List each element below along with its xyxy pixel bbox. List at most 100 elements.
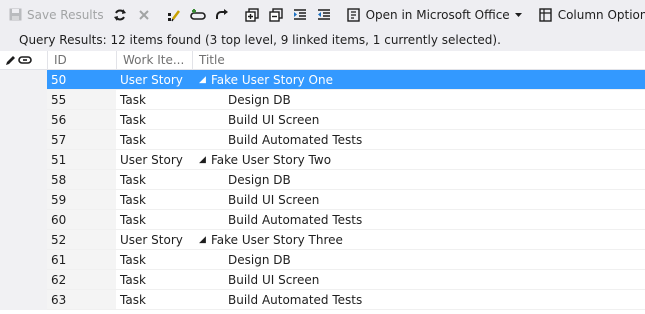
grid-header: ID Work Ite... Title bbox=[0, 51, 645, 70]
row-gutter[interactable] bbox=[0, 110, 47, 130]
row-gutter[interactable] bbox=[0, 170, 47, 190]
outdent-icon bbox=[316, 7, 332, 23]
row-gutter[interactable] bbox=[0, 130, 47, 150]
title-text: Build Automated Tests bbox=[228, 213, 363, 227]
cell-id: 61 bbox=[47, 250, 116, 270]
outdent-button[interactable] bbox=[312, 4, 336, 26]
expanded-triangle-icon[interactable]: ◢ bbox=[199, 230, 206, 250]
gutter-header bbox=[0, 51, 47, 69]
cell-work-item-type: Task bbox=[120, 113, 146, 127]
cell-work-item-type: Task bbox=[120, 293, 146, 307]
table-row[interactable]: 51 User Story ◢ Fake User Story Two bbox=[0, 150, 645, 170]
title-text: Build UI Screen bbox=[228, 193, 320, 207]
row-gutter[interactable] bbox=[0, 250, 47, 270]
cell-id: 56 bbox=[47, 110, 116, 130]
row-gutter[interactable] bbox=[0, 190, 47, 210]
chevron-down-icon bbox=[514, 7, 524, 23]
row-gutter[interactable] bbox=[0, 270, 47, 290]
table-row[interactable]: 55 Task Design DB bbox=[0, 90, 645, 110]
refresh-icon bbox=[112, 7, 128, 23]
results-grid: ID Work Ite... Title 50 User Story ◢ Fake U… bbox=[0, 51, 645, 314]
cell-work-item-type: Task bbox=[120, 273, 146, 287]
cell-title: Design DB bbox=[192, 250, 645, 270]
column-header-title[interactable]: Title bbox=[192, 51, 645, 69]
stop-button[interactable] bbox=[132, 4, 156, 26]
office-icon bbox=[346, 7, 362, 23]
row-gutter[interactable] bbox=[0, 230, 47, 250]
collapse-all-button[interactable] bbox=[264, 4, 288, 26]
title-text: Design DB bbox=[228, 173, 291, 187]
column-header-work-item-type[interactable]: Work Ite... bbox=[116, 51, 192, 69]
table-row[interactable]: 59 Task Build UI Screen bbox=[0, 190, 645, 210]
title-text: Design DB bbox=[228, 253, 291, 267]
cell-work-item-type: User Story bbox=[120, 233, 183, 247]
collapse-all-icon bbox=[268, 7, 284, 23]
row-gutter[interactable] bbox=[0, 290, 47, 310]
cell-id: 59 bbox=[47, 190, 116, 210]
chain-link-icon bbox=[17, 52, 33, 68]
title-text: Build UI Screen bbox=[228, 113, 320, 127]
expanded-triangle-icon[interactable]: ◢ bbox=[199, 70, 206, 90]
cell-title: Build UI Screen bbox=[192, 110, 645, 130]
row-gutter[interactable] bbox=[0, 70, 47, 90]
edit-query-button[interactable] bbox=[162, 4, 186, 26]
link-to-existing-button[interactable] bbox=[210, 4, 234, 26]
cell-id: 52 bbox=[47, 230, 116, 250]
cell-title: Build Automated Tests bbox=[192, 290, 645, 310]
save-results-label: Save Results bbox=[27, 7, 104, 22]
cell-id: 62 bbox=[47, 270, 116, 290]
cell-work-item-type: Task bbox=[120, 173, 146, 187]
cell-work-item-type: User Story bbox=[120, 153, 183, 167]
table-row[interactable]: 56 Task Build UI Screen bbox=[0, 110, 645, 130]
cell-work-item-type: Task bbox=[120, 193, 146, 207]
cell-title: Design DB bbox=[192, 170, 645, 190]
row-divider bbox=[47, 309, 645, 310]
expand-all-icon bbox=[244, 7, 260, 23]
cell-id: 55 bbox=[47, 90, 116, 110]
cell-id: 50 bbox=[47, 70, 116, 90]
column-header-id[interactable]: ID bbox=[47, 51, 116, 69]
table-row[interactable]: 50 User Story ◢ Fake User Story One bbox=[0, 70, 645, 90]
cell-id: 51 bbox=[47, 150, 116, 170]
title-text: Build Automated Tests bbox=[228, 133, 363, 147]
table-row[interactable]: 57 Task Build Automated Tests bbox=[0, 130, 645, 150]
title-text: Build UI Screen bbox=[228, 273, 320, 287]
cell-title: Build Automated Tests bbox=[192, 130, 645, 150]
toolbar: Save Results Open in Microsoft Office Co… bbox=[0, 0, 645, 29]
table-row[interactable]: 60 Task Build Automated Tests bbox=[0, 210, 645, 230]
query-results-status: Query Results: 12 items found (3 top lev… bbox=[0, 29, 645, 51]
title-text: Build Automated Tests bbox=[228, 293, 363, 307]
new-linked-item-icon bbox=[189, 7, 206, 23]
cell-id: 60 bbox=[47, 210, 116, 230]
indent-icon bbox=[292, 7, 308, 23]
link-icon bbox=[214, 7, 230, 23]
row-gutter[interactable] bbox=[0, 210, 47, 230]
cell-work-item-type: Task bbox=[120, 253, 146, 267]
expand-all-button[interactable] bbox=[240, 4, 264, 26]
row-gutter[interactable] bbox=[0, 150, 47, 170]
cell-id: 57 bbox=[47, 130, 116, 150]
cell-work-item-type: Task bbox=[120, 213, 146, 227]
cell-title: Build UI Screen bbox=[192, 270, 645, 290]
table-row[interactable]: 62 Task Build UI Screen bbox=[0, 270, 645, 290]
stop-icon bbox=[136, 7, 152, 23]
save-results-button[interactable]: Save Results bbox=[3, 4, 108, 26]
cell-work-item-type: User Story bbox=[116, 70, 192, 90]
open-in-office-button[interactable]: Open in Microsoft Office bbox=[342, 4, 528, 26]
row-gutter[interactable] bbox=[0, 90, 47, 110]
column-options-label: Column Options bbox=[557, 7, 645, 22]
new-linked-item-button[interactable] bbox=[186, 4, 210, 26]
table-row[interactable]: 52 User Story ◢ Fake User Story Three bbox=[0, 230, 645, 250]
cell-title: ◢ Fake User Story Three bbox=[192, 230, 645, 250]
indent-button[interactable] bbox=[288, 4, 312, 26]
expanded-triangle-icon[interactable]: ◢ bbox=[199, 150, 206, 170]
cell-id: 63 bbox=[47, 290, 116, 310]
table-row[interactable]: 63 Task Build Automated Tests bbox=[0, 290, 645, 310]
column-options-button[interactable]: Column Options bbox=[534, 4, 645, 26]
table-row[interactable]: 61 Task Design DB bbox=[0, 250, 645, 270]
column-options-icon bbox=[538, 7, 554, 23]
cell-title: ◢ Fake User Story One bbox=[192, 70, 645, 90]
cell-work-item-type: Task bbox=[120, 93, 146, 107]
refresh-button[interactable] bbox=[108, 4, 132, 26]
table-row[interactable]: 58 Task Design DB bbox=[0, 170, 645, 190]
